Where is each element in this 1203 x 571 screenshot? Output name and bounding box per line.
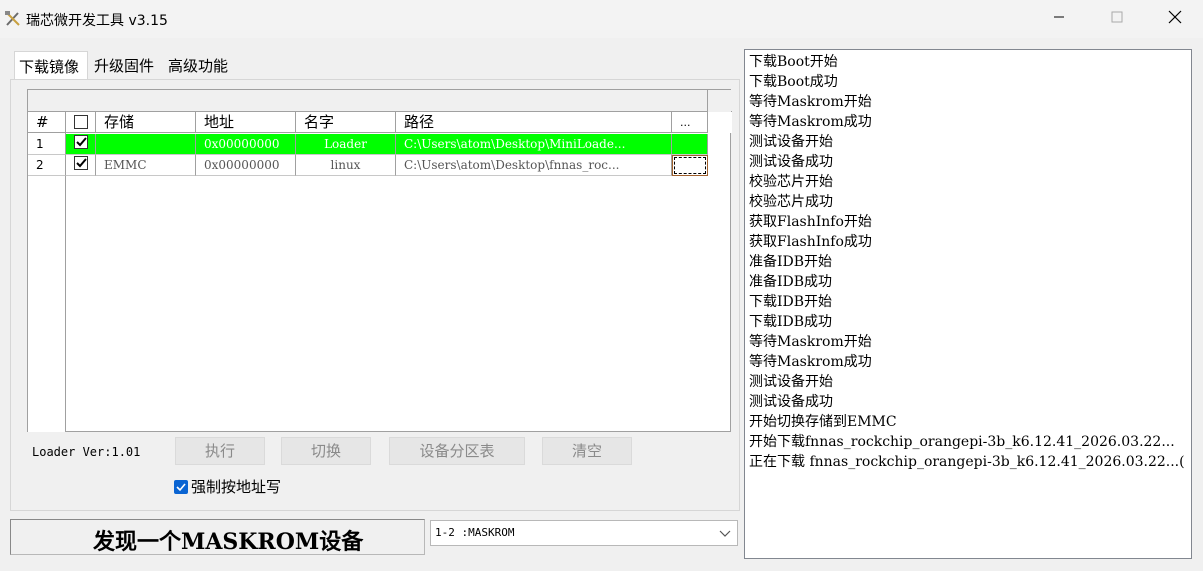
row-checkbox[interactable] (74, 135, 88, 149)
header-browse[interactable]: ... (672, 112, 708, 133)
maximize-button[interactable] (1088, 0, 1146, 38)
select-all-checkbox[interactable] (74, 115, 88, 129)
log-line: 下载IDB开始 (749, 294, 833, 310)
log-line: 校验芯片开始 (749, 174, 833, 190)
log-line: 等待Maskrom开始 (749, 334, 872, 350)
status-text: 发现一个MASKROM设备 (93, 529, 364, 555)
chevron-down-icon[interactable] (719, 527, 731, 543)
minimize-icon (1053, 11, 1065, 27)
row-path[interactable]: C:\Users\atom\Desktop\fnnas_roc... (396, 155, 672, 176)
tab-upgrade-firmware[interactable]: 升级固件 (90, 51, 162, 79)
device-select-value: 1-2 :MASKROM (435, 526, 515, 539)
minimize-button[interactable] (1030, 0, 1088, 38)
log-line: 开始切换存储到EMMC (749, 414, 897, 430)
log-line: 测试设备开始 (749, 134, 833, 150)
log-line: 等待Maskrom成功 (749, 354, 872, 370)
row-index-strip (28, 133, 66, 432)
log-line: 校验芯片成功 (749, 194, 833, 210)
log-line: 准备IDB成功 (749, 274, 833, 290)
maximize-icon (1111, 11, 1123, 27)
row-storage[interactable]: EMMC (96, 155, 196, 176)
header-storage[interactable]: 存储 (96, 112, 196, 133)
row-name[interactable]: linux (296, 155, 396, 176)
row-checkbox-cell[interactable] (66, 155, 96, 176)
switch-button[interactable]: 切换 (281, 437, 371, 465)
log-line: 下载Boot成功 (749, 74, 838, 90)
row-name[interactable]: Loader (296, 134, 396, 155)
close-button[interactable] (1146, 0, 1203, 38)
window-title: 瑞芯微开发工具 v3.15 (26, 13, 168, 29)
status-bar: 发现一个MASKROM设备 (10, 519, 425, 555)
title-bar: 瑞芯微开发工具 v3.15 (0, 0, 1203, 38)
log-line: 获取FlashInfo开始 (749, 214, 872, 230)
row-storage[interactable] (96, 134, 196, 155)
table-row[interactable]: 1 0x00000000 Loader C:\Users\atom\Deskto… (28, 134, 732, 155)
log-line: 准备IDB开始 (749, 254, 833, 270)
row-address[interactable]: 0x00000000 (196, 134, 296, 155)
row-checkbox-cell[interactable] (66, 134, 96, 155)
row-path[interactable]: C:\Users\atom\Desktop\MiniLoade... (396, 134, 672, 155)
tab-download-image[interactable]: 下载镜像 (14, 51, 88, 80)
log-line: 下载IDB成功 (749, 314, 833, 330)
close-icon (1168, 10, 1182, 28)
table-row[interactable]: 2 EMMC 0x00000000 linux C:\Users\atom\De… (28, 155, 732, 176)
log-line: 等待Maskrom开始 (749, 94, 872, 110)
header-select-all[interactable] (66, 112, 96, 133)
log-line: 正在下载 fnnas_rockchip_orangepi-3b_k6.12.41… (749, 454, 1185, 470)
log-line: 测试设备成功 (749, 394, 833, 410)
table-header: # 存储 地址 名字 路径 ... (28, 112, 732, 133)
device-select[interactable]: 1-2 :MASKROM (430, 520, 738, 546)
row-index: 1 (28, 134, 66, 155)
log-line: 测试设备成功 (749, 154, 833, 170)
log-line: 测试设备开始 (749, 374, 833, 390)
force-write-label: 强制按地址写 (191, 478, 282, 496)
header-index: # (28, 112, 66, 133)
force-write-checkbox[interactable] (174, 479, 188, 494)
row-checkbox[interactable] (74, 156, 88, 170)
row-browse-button[interactable] (672, 155, 708, 176)
partition-table-button[interactable]: 设备分区表 (389, 437, 525, 465)
header-name[interactable]: 名字 (296, 112, 396, 133)
force-write-option[interactable]: 强制按地址写 (174, 476, 281, 497)
table-top-bar (28, 90, 732, 112)
tools-icon (4, 10, 22, 28)
header-path[interactable]: 路径 (396, 112, 672, 133)
execute-button[interactable]: 执行 (175, 437, 265, 465)
loader-version: Loader Ver:1.01 (32, 445, 141, 459)
table-corner (707, 90, 731, 112)
row-browse-button[interactable] (672, 134, 708, 155)
image-table[interactable]: # 存储 地址 名字 路径 ... 1 0x00000000 Loader C:… (27, 89, 732, 432)
log-line: 开始下载fnnas_rockchip_orangepi-3b_k6.12.41_… (749, 434, 1175, 450)
header-address[interactable]: 地址 (196, 112, 296, 133)
log-line: 等待Maskrom成功 (749, 114, 872, 130)
log-panel[interactable]: 下载Boot开始 下载Boot成功 等待Maskrom开始 等待Maskrom成… (744, 49, 1192, 559)
clear-button[interactable]: 清空 (542, 437, 632, 465)
log-line: 获取FlashInfo成功 (749, 234, 872, 250)
row-address[interactable]: 0x00000000 (196, 155, 296, 176)
tab-advanced-functions[interactable]: 高级功能 (164, 51, 236, 79)
log-line: 下载Boot开始 (749, 54, 838, 70)
row-index: 2 (28, 155, 66, 176)
